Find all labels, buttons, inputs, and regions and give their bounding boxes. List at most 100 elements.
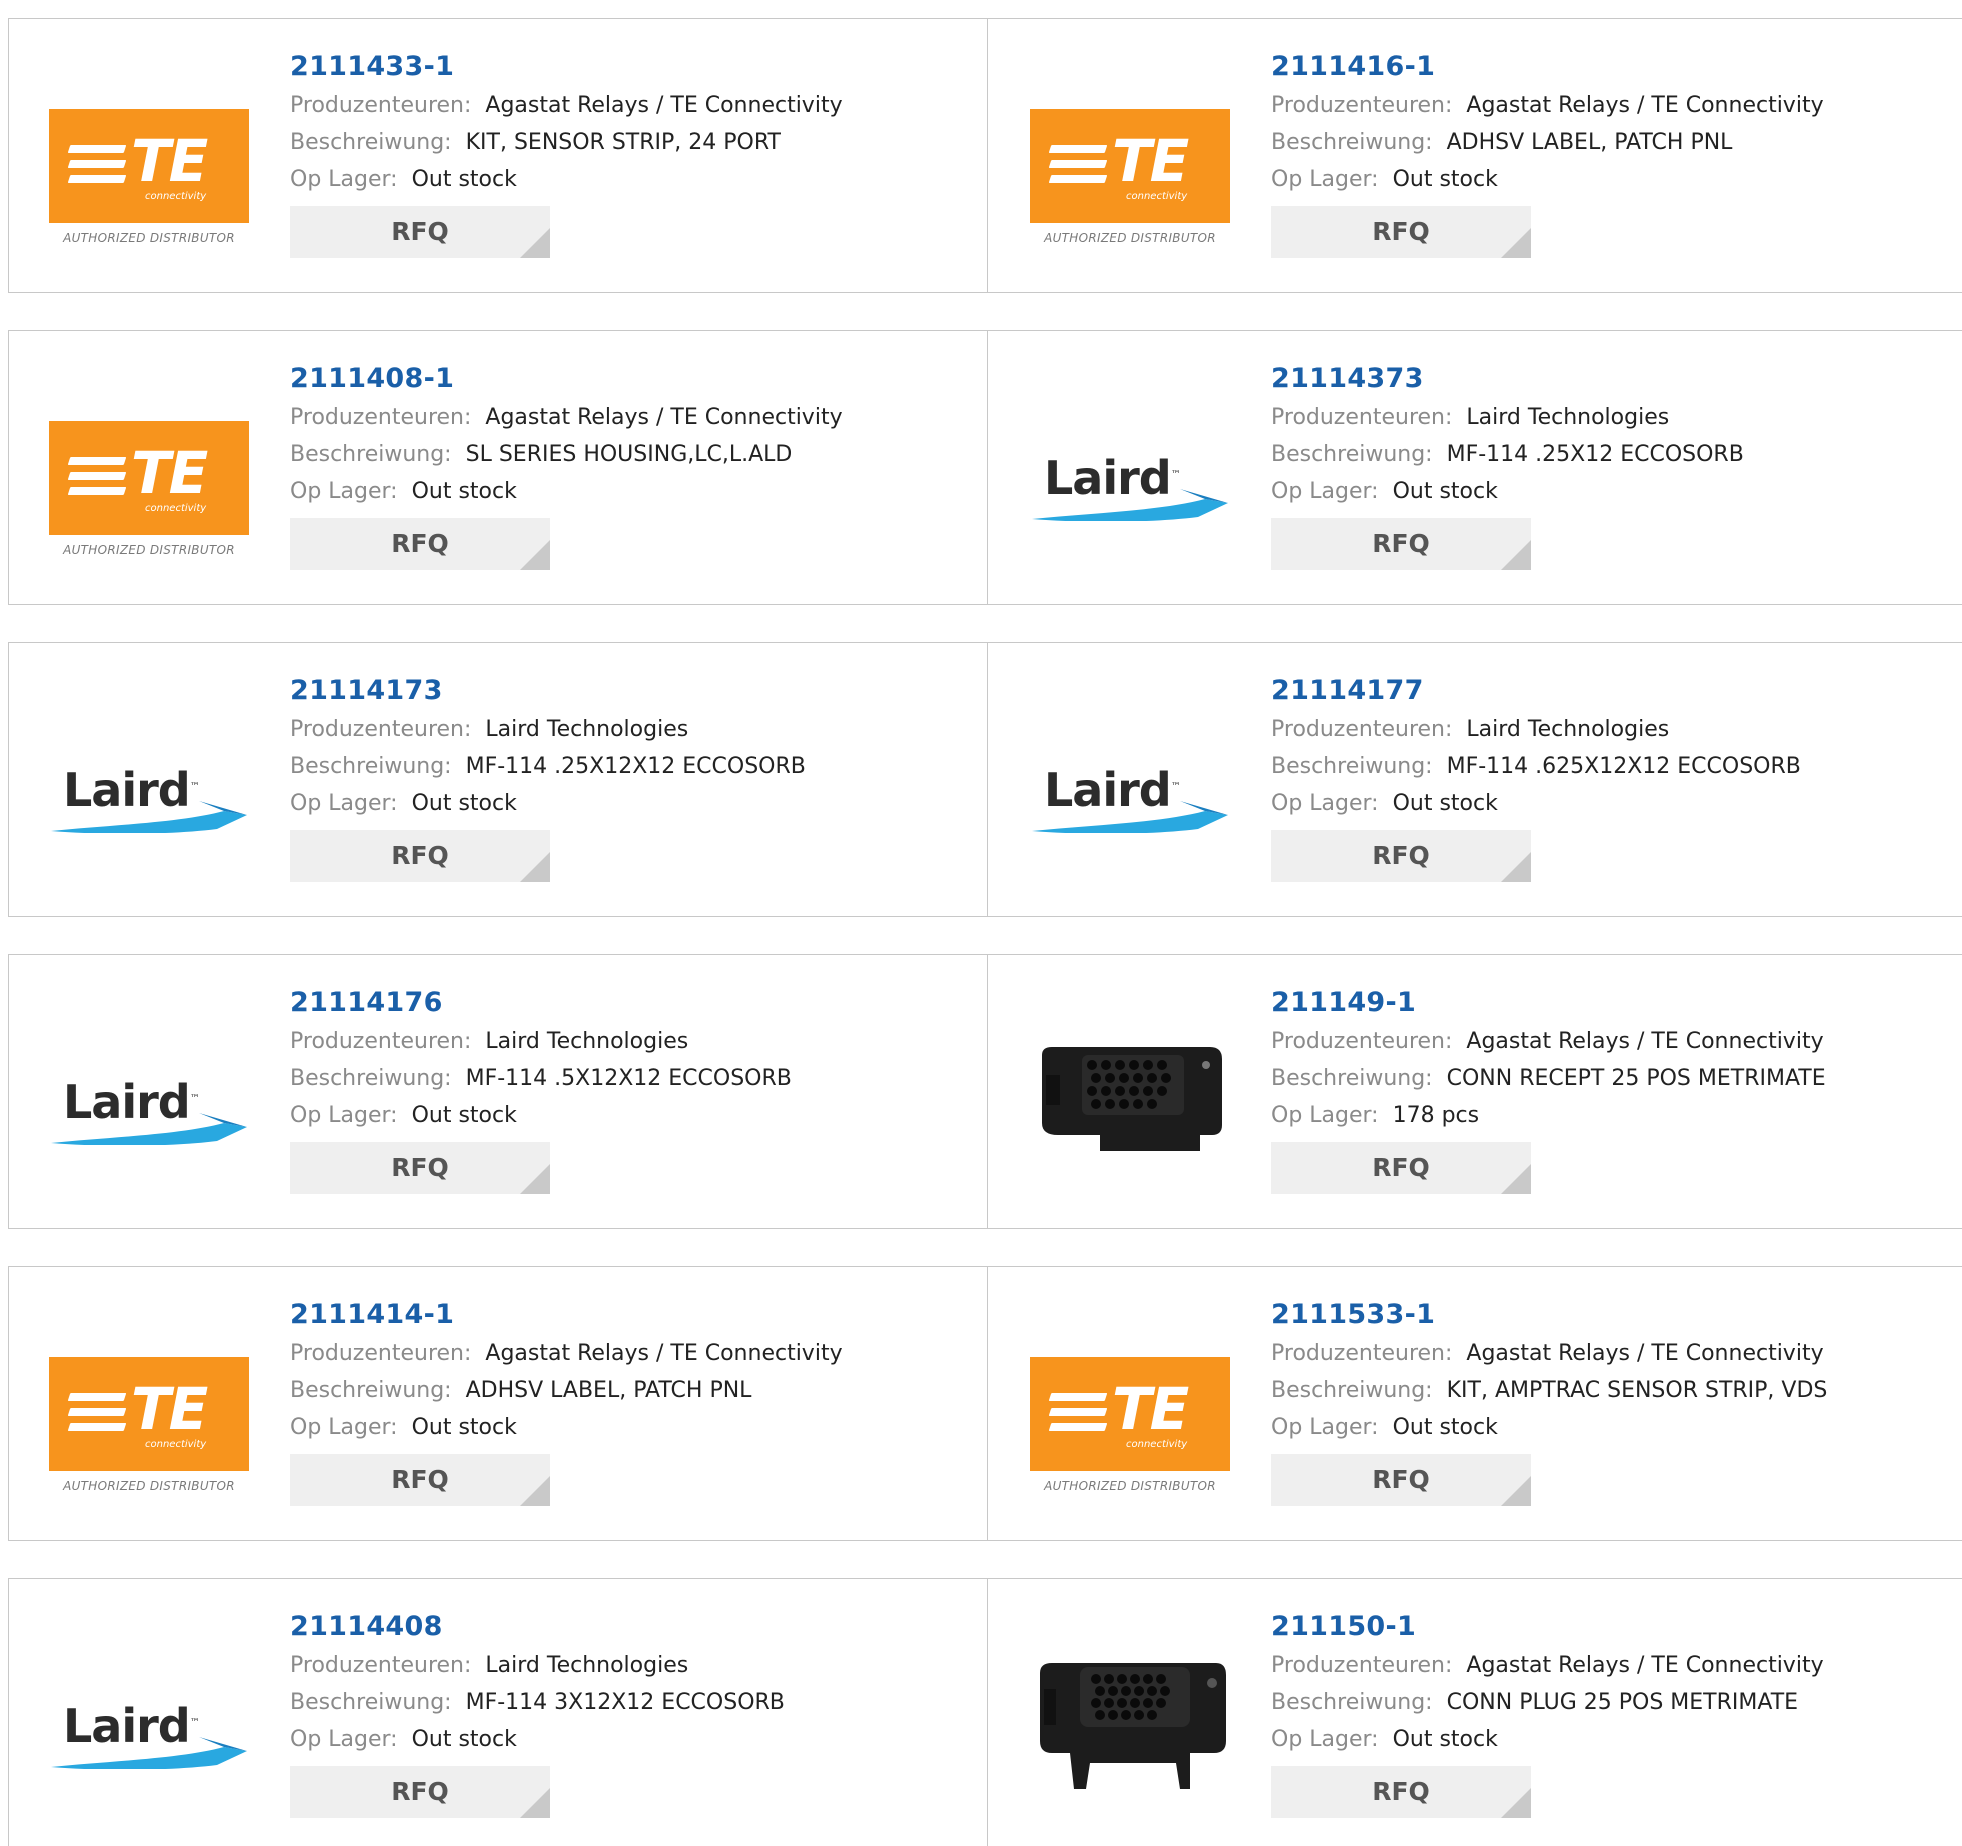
corner-triangle-icon [520, 228, 550, 258]
rfq-button[interactable]: RFQ [290, 1142, 550, 1194]
part-number-link[interactable]: 21114173 [290, 671, 806, 711]
manufacturer-logo[interactable]: TE connectivity AUTHORIZED DISTRIBUTOR [49, 89, 249, 245]
te-logo-box: TE connectivity [49, 109, 249, 223]
stock-line: Op Lager: Out stock [290, 1409, 843, 1446]
product-row: Laird™ 21114176 Produzenteuren: Laird Tec… [8, 954, 1962, 1229]
stock-label: Op Lager: [290, 1415, 398, 1440]
manufacturer-logo[interactable]: Laird™ [49, 1025, 249, 1175]
description-label: Beschreiwung: [1271, 442, 1433, 467]
description-value: CONN PLUG 25 POS METRIMATE [1446, 1690, 1799, 1715]
rfq-button[interactable]: RFQ [290, 206, 550, 258]
part-number-link[interactable]: 2111414-1 [290, 1295, 843, 1335]
rfq-button[interactable]: RFQ [290, 518, 550, 570]
description-value: MF-114 .25X12X12 ECCOSORB [465, 754, 806, 779]
part-number-link[interactable]: 2111433-1 [290, 47, 843, 87]
product-info: 21114173 Produzenteuren: Laird Technologi… [290, 671, 806, 882]
product-row: TE connectivity AUTHORIZED DISTRIBUTOR 2… [8, 18, 1962, 293]
stock-label: Op Lager: [1271, 1727, 1379, 1752]
manufacturer-line: Produzenteuren: Agastat Relays / TE Conne… [1271, 1023, 1826, 1060]
rfq-button[interactable]: RFQ [1271, 830, 1531, 882]
part-number-link[interactable]: 211149-1 [1271, 983, 1826, 1023]
rfq-button[interactable]: RFQ [1271, 1766, 1531, 1818]
manufacturer-value: Agastat Relays / TE Connectivity [1466, 1341, 1824, 1366]
part-number-link[interactable]: 21114373 [1271, 359, 1744, 399]
product-info: 21114408 Produzenteuren: Laird Technologi… [290, 1607, 785, 1818]
te-bars-icon [67, 457, 127, 499]
manufacturer-line: Produzenteuren: Agastat Relays / TE Conne… [290, 399, 843, 436]
description-label: Beschreiwung: [1271, 1378, 1433, 1403]
part-number-link[interactable]: 211150-1 [1271, 1607, 1824, 1647]
corner-triangle-icon [1501, 1164, 1531, 1194]
product-info: 21114177 Produzenteuren: Laird Technologi… [1271, 671, 1801, 882]
manufacturer-line: Produzenteuren: Agastat Relays / TE Conne… [1271, 87, 1824, 124]
manufacturer-logo[interactable]: Laird™ [1030, 401, 1230, 551]
manufacturer-line: Produzenteuren: Laird Technologies [290, 1647, 785, 1684]
rfq-button[interactable]: RFQ [1271, 1142, 1531, 1194]
stock-label: Op Lager: [290, 1103, 398, 1128]
description-line: Beschreiwung: MF-114 .625X12X12 ECCOSORB [1271, 748, 1801, 785]
product-card: TE connectivity AUTHORIZED DISTRIBUTOR 2… [989, 1267, 1962, 1540]
rfq-button[interactable]: RFQ [290, 830, 550, 882]
rfq-button[interactable]: RFQ [1271, 1454, 1531, 1506]
manufacturer-line: Produzenteuren: Agastat Relays / TE Conne… [1271, 1647, 1824, 1684]
product-row: TE connectivity AUTHORIZED DISTRIBUTOR 2… [8, 330, 1962, 605]
description-value: KIT, SENSOR STRIP, 24 PORT [465, 130, 781, 155]
corner-triangle-icon [520, 1164, 550, 1194]
stock-line: Op Lager: Out stock [1271, 473, 1744, 510]
product-card: TE connectivity AUTHORIZED DISTRIBUTOR 2… [9, 19, 988, 292]
manufacturer-logo[interactable]: Laird™ [49, 1649, 249, 1799]
description-value: ADHSV LABEL, PATCH PNL [465, 1378, 752, 1403]
part-number-link[interactable]: 21114176 [290, 983, 792, 1023]
description-label: Beschreiwung: [1271, 754, 1433, 779]
manufacturer-label: Produzenteuren: [290, 1029, 472, 1054]
manufacturer-logo[interactable] [1030, 1649, 1230, 1799]
manufacturer-logo[interactable]: Laird™ [1030, 713, 1230, 863]
manufacturer-line: Produzenteuren: Laird Technologies [1271, 399, 1744, 436]
stock-line: Op Lager: 178 pcs [1271, 1097, 1826, 1134]
part-number-link[interactable]: 2111408-1 [290, 359, 843, 399]
description-line: Beschreiwung: CONN PLUG 25 POS METRIMATE [1271, 1684, 1824, 1721]
stock-line: Op Lager: Out stock [1271, 161, 1824, 198]
stock-line: Op Lager: Out stock [290, 785, 806, 822]
stock-value: 178 pcs [1392, 1103, 1480, 1128]
description-line: Beschreiwung: MF-114 .5X12X12 ECCOSORB [290, 1060, 792, 1097]
stock-value: Out stock [411, 1103, 517, 1128]
description-value: MF-114 3X12X12 ECCOSORB [465, 1690, 785, 1715]
corner-triangle-icon [520, 540, 550, 570]
stock-line: Op Lager: Out stock [290, 161, 843, 198]
manufacturer-logo[interactable]: TE connectivity AUTHORIZED DISTRIBUTOR [49, 401, 249, 557]
te-bars-icon [67, 1393, 127, 1435]
description-line: Beschreiwung: KIT, SENSOR STRIP, 24 PORT [290, 124, 843, 161]
product-info: 21114176 Produzenteuren: Laird Technologi… [290, 983, 792, 1194]
te-wordmark: TE [1112, 1375, 1189, 1443]
rfq-button-label: RFQ [1372, 1465, 1430, 1494]
manufacturer-label: Produzenteuren: [290, 405, 472, 430]
product-row: TE connectivity AUTHORIZED DISTRIBUTOR 2… [8, 1266, 1962, 1541]
te-subtitle: connectivity [1126, 1439, 1188, 1450]
product-info: 2111533-1 Produzenteuren: Agastat Relays … [1271, 1295, 1827, 1506]
manufacturer-logo[interactable]: TE connectivity AUTHORIZED DISTRIBUTOR [1030, 1337, 1230, 1493]
rfq-button[interactable]: RFQ [290, 1766, 550, 1818]
product-card: 211150-1 Produzenteuren: Agastat Relays /… [989, 1579, 1962, 1846]
part-number-link[interactable]: 21114408 [290, 1607, 785, 1647]
rfq-button[interactable]: RFQ [290, 1454, 550, 1506]
description-value: SL SERIES HOUSING,LC,L.ALD [465, 442, 793, 467]
manufacturer-logo[interactable]: TE connectivity AUTHORIZED DISTRIBUTOR [49, 1337, 249, 1493]
product-info: 2111414-1 Produzenteuren: Agastat Relays … [290, 1295, 843, 1506]
part-number-link[interactable]: 2111416-1 [1271, 47, 1824, 87]
te-logo-box: TE connectivity [1030, 1357, 1230, 1471]
description-value: MF-114 .5X12X12 ECCOSORB [465, 1066, 792, 1091]
part-number-link[interactable]: 2111533-1 [1271, 1295, 1827, 1335]
rfq-button[interactable]: RFQ [1271, 206, 1531, 258]
stock-line: Op Lager: Out stock [1271, 1721, 1824, 1758]
rfq-button-label: RFQ [391, 1153, 449, 1182]
manufacturer-logo[interactable] [1030, 1025, 1230, 1175]
corner-triangle-icon [1501, 1788, 1531, 1818]
manufacturer-logo[interactable]: TE connectivity AUTHORIZED DISTRIBUTOR [1030, 89, 1230, 245]
manufacturer-logo[interactable]: Laird™ [49, 713, 249, 863]
description-label: Beschreiwung: [290, 442, 452, 467]
rfq-button[interactable]: RFQ [1271, 518, 1531, 570]
part-number-link[interactable]: 21114177 [1271, 671, 1801, 711]
product-card: Laird™ 21114176 Produzenteuren: Laird Tec… [9, 955, 988, 1228]
manufacturer-line: Produzenteuren: Agastat Relays / TE Conne… [290, 1335, 843, 1372]
